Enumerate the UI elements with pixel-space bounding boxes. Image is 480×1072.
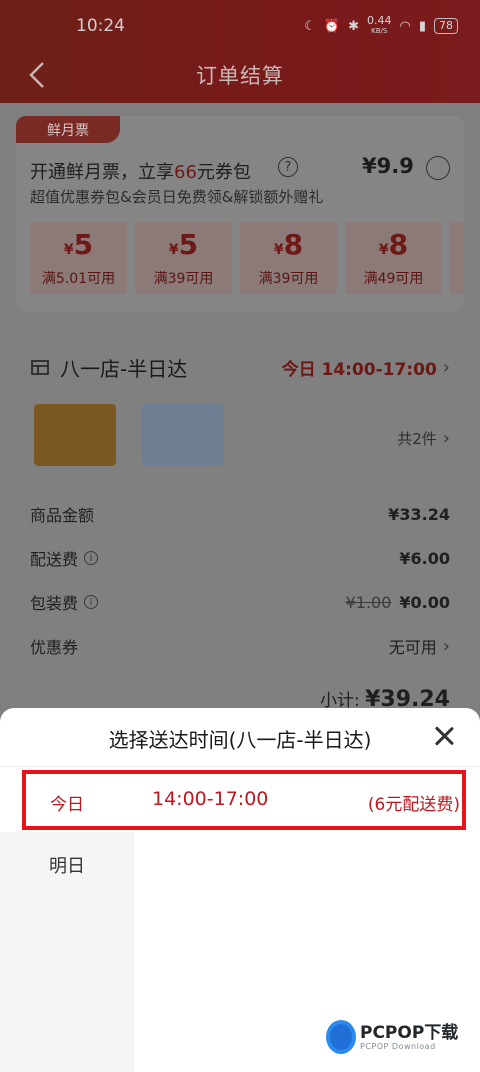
packing-fee-value-group: ¥1.00 ¥0.00 [346, 593, 450, 612]
net-speed: 0.44 KB/S [367, 14, 392, 36]
delivery-time-sheet: 选择送达时间(八一店-半日达) 今日 14:00-17:00 (6元配送费) 明… [0, 708, 480, 1072]
coupon-item: ¥5 满39可用 [135, 222, 232, 294]
delivery-fee-label: 配送费 [30, 550, 79, 569]
membership-subtitle: 超值优惠券包&会员日免费领&解锁额外赠礼 [30, 188, 324, 206]
currency-symbol: ¥ [63, 241, 74, 258]
store-row[interactable]: 八一店-半日达 今日 14:00-17:00 › [30, 352, 450, 382]
coupon-amount: ¥5 [63, 227, 94, 266]
coupon-value: 5 [178, 227, 199, 261]
selected-time-slot[interactable]: 今日 14:00-17:00 (6元配送费) [22, 770, 466, 830]
membership-title-prefix: 开通鲜月票，立享 [30, 162, 174, 183]
packing-fee-original: ¥1.00 [345, 592, 392, 612]
store-name: 八一店-半日达 [60, 356, 188, 381]
alarm-icon: ⏰ [323, 18, 341, 34]
currency-symbol: ¥ [378, 241, 389, 258]
order-card: 八一店-半日达 今日 14:00-17:00 › 共2件 › 商品金额 ¥33.… [16, 330, 464, 730]
day-tomorrow[interactable]: 明日 [0, 852, 134, 878]
info-icon[interactable]: i [84, 551, 99, 565]
signal-icon: ▮ [418, 18, 426, 34]
packing-fee-value: ¥0.00 [399, 592, 450, 612]
watermark-logo-icon [326, 1020, 356, 1054]
product-thumbnails[interactable] [34, 404, 224, 466]
coupon-condition: 满5.01可用 [41, 270, 116, 287]
info-icon[interactable]: i [84, 595, 99, 609]
day-today[interactable]: 今日 [50, 790, 84, 815]
help-icon[interactable]: ? [278, 157, 298, 177]
coupon-value: 8 [388, 227, 409, 261]
membership-tag: 鲜月票 [16, 116, 120, 143]
goods-amount-row: 商品金额 ¥33.24 [30, 502, 450, 526]
coupon-amount: ¥8 [273, 227, 304, 266]
delivery-time: 今日 14:00-17:00 [281, 359, 437, 380]
coupon-value: 无可用 [388, 638, 437, 657]
close-icon[interactable] [432, 724, 456, 748]
coupon-condition: 满39可用 [153, 270, 214, 287]
net-speed-value: 0.44 [367, 14, 392, 27]
coupon-amount: ¥8 [378, 227, 409, 266]
product-image [142, 404, 224, 466]
coupon-value: 5 [73, 227, 94, 261]
page-title: 订单结算 [196, 64, 284, 88]
delivery-fee-value: ¥6.00 [399, 548, 450, 568]
packing-fee-row: 包装费 i ¥1.00 ¥0.00 [30, 590, 450, 614]
chevron-right-icon: › [442, 428, 450, 449]
chevron-right-icon: › [442, 356, 450, 378]
chevron-right-icon: › [442, 635, 450, 657]
coupon-label: 优惠券 [30, 638, 79, 657]
battery-icon: 78 [434, 18, 458, 34]
sheet-title: 选择送达时间(八一店-半日达) [108, 728, 372, 752]
coupon-item-partial [450, 222, 464, 294]
moon-icon: ☾ [304, 18, 316, 34]
currency-symbol: ¥ [168, 241, 179, 258]
goods-amount-label: 商品金额 [30, 506, 95, 525]
coupon-item: ¥8 满49可用 [345, 222, 442, 294]
watermark-brand: PCPOP下载 [360, 1022, 459, 1043]
watermark-sub: PCPOP Download [360, 1041, 436, 1051]
coupon-row[interactable]: 优惠券 无可用 › [30, 634, 450, 658]
membership-title-highlight: 66 [174, 162, 197, 183]
status-bar: 10:24 ☾ ⏰ ✱ 0.44 KB/S ◠ ▮ 78 [0, 0, 480, 52]
coupon-amount: ¥5 [168, 227, 199, 266]
coupon-item: ¥5 满5.01可用 [30, 222, 127, 294]
currency-symbol: ¥ [273, 241, 284, 258]
watermark: PCPOP下载 PCPOP Download [326, 1020, 458, 1054]
coupon-condition: 满39可用 [258, 270, 319, 287]
time-slot[interactable]: 14:00-17:00 [152, 788, 268, 810]
membership-title-suffix: 元券包 [196, 162, 251, 183]
item-count-label: 共2件 [397, 430, 437, 448]
membership-price: ¥9.9 [362, 154, 414, 178]
coupon-list: ¥5 满5.01可用 ¥5 满39可用 ¥8 满39可用 ¥8 满49可用 [30, 222, 464, 294]
divider [0, 766, 480, 767]
item-count[interactable]: 共2件 › [397, 428, 450, 449]
wifi-icon: ◠ [399, 18, 411, 34]
status-icons: ☾ ⏰ ✱ 0.44 KB/S ◠ ▮ 78 [304, 14, 458, 36]
watermark-text: PCPOP下载 PCPOP Download [360, 1024, 458, 1051]
slot-delivery-fee: (6元配送费) [367, 795, 460, 815]
coupon-item: ¥8 满39可用 [240, 222, 337, 294]
packing-fee-label: 包装费 [30, 594, 79, 613]
bluetooth-icon: ✱ [348, 18, 359, 34]
store-icon [31, 360, 49, 375]
product-image [34, 404, 116, 466]
status-time: 10:24 [76, 16, 125, 36]
goods-amount-value: ¥33.24 [388, 504, 450, 524]
app-header: 10:24 ☾ ⏰ ✱ 0.44 KB/S ◠ ▮ 78 订单结算 [0, 0, 480, 103]
membership-title: 开通鲜月票，立享66元券包 [30, 158, 251, 184]
membership-radio[interactable] [426, 156, 450, 180]
delivery-fee-row: 配送费 i ¥6.00 [30, 546, 450, 570]
coupon-value: 8 [283, 227, 304, 261]
coupon-condition: 满49可用 [363, 270, 424, 287]
membership-card: 鲜月票 开通鲜月票，立享66元券包 ? ¥9.9 超值优惠券包&会员日免费领&解… [16, 116, 464, 312]
net-speed-unit: KB/S [371, 27, 388, 35]
nav-bar: 订单结算 [0, 52, 480, 98]
